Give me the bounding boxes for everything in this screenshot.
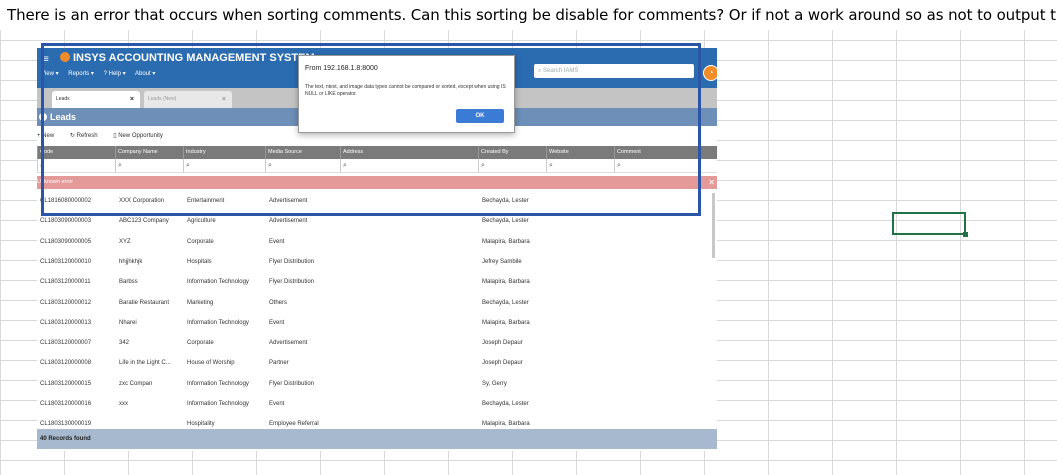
orange-circle-icon[interactable]: ◔ (703, 65, 717, 81)
cell-created-by: Jefrey Sambile (482, 258, 522, 265)
cell-company: Barbss (119, 279, 138, 286)
cell-company: Nharei (119, 319, 137, 326)
cell-code: CL1803120000013 (40, 319, 92, 326)
cell-media: Advertisement (269, 340, 308, 347)
cell-created-by: Bechayda, Lester (482, 299, 529, 306)
cell-code: CL1803120000011 (40, 279, 91, 286)
cell-created-by: Malapira, Barbara (482, 319, 530, 326)
dialog-origin: From 192.168.1.8:8000 (305, 65, 378, 72)
fill-handle[interactable] (963, 232, 968, 237)
cell-created-by: Joseph Depaur (482, 340, 523, 347)
table-row[interactable]: CL1803120000013 Nharei Information Technol… (37, 313, 717, 333)
table-row[interactable]: CL1803120000012 Baratie Restaurant Marketi… (37, 293, 717, 313)
cell-created-by: Joseph Depaur (482, 360, 523, 367)
cell-company: zxc Compan (119, 380, 153, 387)
cell-created-by: Malapira, Barbara (482, 238, 530, 245)
cell-company: Life in the Light C... (119, 360, 171, 367)
cell-industry: Information Technology (187, 401, 249, 407)
cell-industry: Information Technology (187, 319, 249, 326)
dialog-message: The text, ntext, and image data types ca… (305, 84, 506, 97)
cell-industry: Information Technology (187, 380, 249, 387)
cell-code: CL1803120000008 (40, 360, 92, 367)
table-row[interactable]: CL1803120000015 zxc Compan Information Tec… (37, 374, 717, 394)
cell-created-by: Sy, Gerry (482, 380, 507, 387)
scrollbar[interactable] (712, 193, 715, 258)
cell-media: Event (269, 238, 285, 245)
cell-media: Partner (269, 360, 289, 367)
alert-dialog: From 192.168.1.8:8000 The text, ntext, a… (298, 55, 515, 133)
cell-code: CL1803120000016 (40, 401, 92, 407)
cell-media: Others (269, 299, 288, 306)
cell-company: Baratie Restaurant (119, 299, 170, 306)
ok-button[interactable]: OK (456, 109, 504, 123)
cell-code: CL1803120000010 (40, 258, 92, 265)
cell-industry: Corporate (187, 238, 214, 245)
cell-company: xxx (119, 401, 128, 407)
cell-media: Flyer Distribution (269, 380, 315, 387)
question-text: There is an error that occurs when sorti… (0, 0, 1057, 30)
cell-company: 342 (119, 340, 130, 347)
table-row[interactable]: CL1803120000011 Barbss Information Technol… (37, 272, 717, 292)
table-row[interactable]: CL1803090000005 XYZ Corporate Event Malapira… (37, 232, 717, 252)
table-row[interactable]: CL1803120000008 Life in the Light C... Hou… (37, 353, 717, 373)
cell-industry: Hospitals (187, 258, 212, 265)
cell-code: CL1803120000007 (40, 340, 92, 347)
cell-media: Event (269, 319, 285, 326)
cell-created-by: Malapira, Barbara (482, 279, 530, 286)
close-icon[interactable]: ✕ (708, 176, 715, 189)
cell-media: Flyer Distribution (269, 258, 315, 265)
cell-industry: House of Worship (187, 360, 235, 367)
cell-created-by: Bechayda, Lester (482, 401, 529, 407)
table-row[interactable]: CL1803120000007 342 Corporate Advertisement… (37, 333, 717, 353)
cell-code: CL1803120000015 (40, 380, 92, 387)
cell-industry: Marketing (187, 299, 214, 306)
cell-industry: Information Technology (187, 279, 249, 286)
cell-company: XYZ (119, 238, 131, 245)
table-row[interactable]: CL1803120000010 hhjjhkhjk Hospitals Flyer D… (37, 252, 717, 272)
cell-industry: Corporate (187, 340, 214, 347)
selected-cell[interactable] (892, 212, 966, 235)
table-row[interactable]: CL1803120000016 xxx Information Technology… (37, 394, 717, 414)
cell-company: hhjjhkhjk (119, 258, 143, 265)
cell-code: CL1803090000005 (40, 238, 92, 245)
cell-media: Flyer Distribution (269, 279, 315, 286)
records-footer: 40 Records found (37, 429, 717, 449)
cell-media: Event (269, 401, 285, 407)
cell-code: CL1803120000012 (40, 299, 92, 306)
